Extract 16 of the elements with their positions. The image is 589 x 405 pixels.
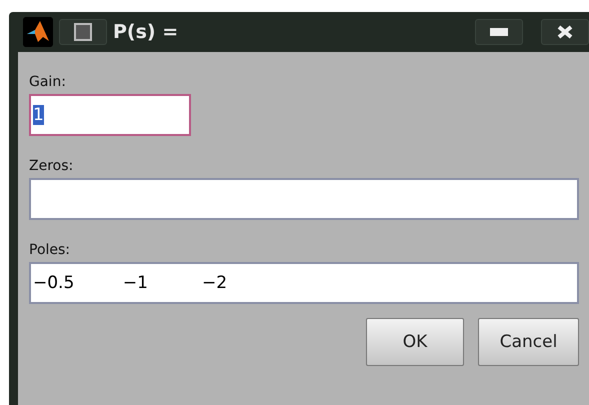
square-icon [74, 23, 92, 41]
close-icon [557, 25, 573, 39]
field-label: Zeros: [29, 158, 74, 174]
minimize-icon [490, 28, 508, 36]
input-field[interactable]: 1 [29, 94, 191, 136]
input-field[interactable] [29, 178, 579, 220]
field-label: Poles: [29, 242, 72, 258]
input-field[interactable]: −0.5 −1 −2 [29, 262, 579, 304]
window-title: P(s) = [113, 21, 180, 43]
close-button[interactable] [541, 19, 589, 45]
minimize-button[interactable] [475, 19, 523, 45]
window-menu-button[interactable] [59, 19, 107, 45]
ok-button[interactable]: OK [366, 318, 464, 366]
field-label: Gain: [29, 74, 67, 90]
app-logo-icon [23, 17, 53, 47]
cancel-button[interactable]: Cancel [478, 318, 579, 366]
